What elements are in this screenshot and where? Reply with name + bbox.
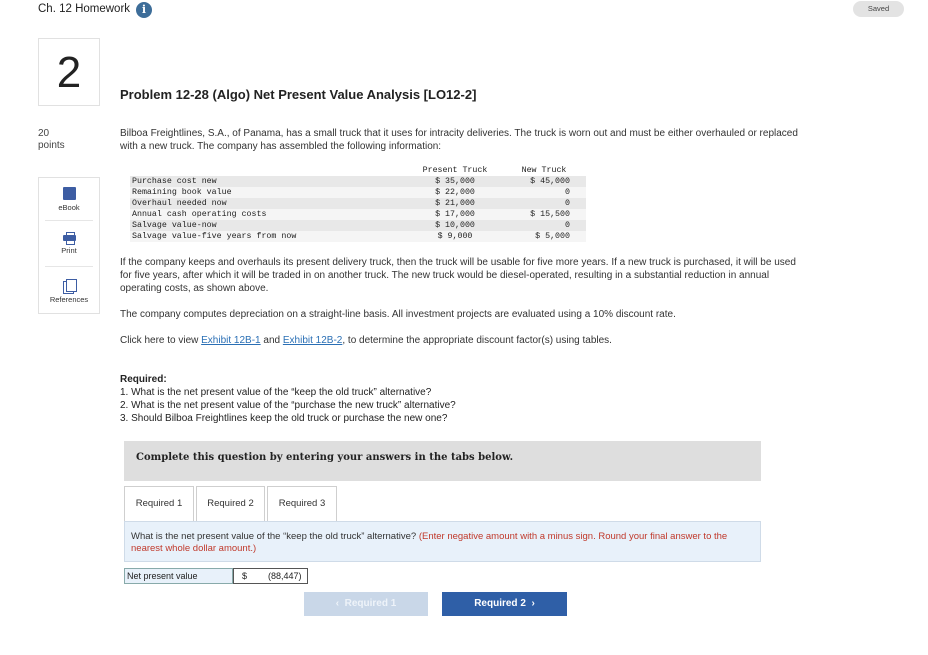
printer-icon — [62, 232, 76, 245]
question-number: 2 — [38, 38, 100, 106]
problem-paragraph-2: If the company keeps and overhauls its p… — [120, 257, 796, 294]
chevron-right-icon: › — [531, 598, 535, 609]
print-label: Print — [61, 246, 77, 255]
row-label: Salvage value-five years from now — [130, 231, 408, 242]
required-heading: Required: — [120, 374, 167, 385]
panel-question-text: What is the net present value of the “ke… — [131, 531, 417, 542]
required-item: 2. What is the net present value of the … — [120, 400, 456, 411]
row-present: $ 22,000 — [408, 187, 502, 198]
table-header-blank — [130, 165, 408, 176]
row-label: Purchase cost new — [130, 176, 408, 187]
table-row: Overhaul needed now $ 21,000 0 — [130, 198, 586, 209]
table-header-new: New Truck — [502, 165, 586, 176]
table-row: Salvage value-now $ 10,000 0 — [130, 220, 586, 231]
table-row: Annual cash operating costs $ 17,000 $ 1… — [130, 209, 586, 220]
table-row: Remaining book value $ 22,000 0 — [130, 187, 586, 198]
tab-required-2[interactable]: Required 2 — [196, 486, 265, 522]
homework-title: Ch. 12 Homework — [38, 3, 131, 15]
previous-required-button[interactable]: ‹ Required 1 — [304, 592, 428, 616]
points-label: points — [38, 140, 65, 151]
tab-required-1[interactable]: Required 1 — [124, 486, 194, 523]
answer-value: (88,447) — [268, 571, 302, 581]
table-row: Purchase cost new $ 35,000 $ 45,000 — [130, 176, 586, 187]
divider — [45, 266, 93, 267]
row-label: Salvage value-now — [130, 220, 408, 231]
print-button[interactable]: Print — [39, 232, 99, 255]
row-present: $ 10,000 — [408, 220, 502, 231]
ebook-button[interactable]: eBook — [39, 187, 99, 212]
row-present: $ 17,000 — [408, 209, 502, 220]
previous-label: Required 1 — [344, 598, 397, 609]
tab-panel: What is the net present value of the “ke… — [124, 521, 761, 562]
problem-title: Problem 12-28 (Algo) Net Present Value A… — [120, 87, 477, 102]
side-tools-panel: eBook Print References — [38, 177, 100, 314]
required-list: Required: 1. What is the net present val… — [120, 373, 456, 425]
book-icon — [62, 187, 76, 200]
problem-paragraph-3: The company computes depreciation on a s… — [120, 309, 676, 320]
panel-question: What is the net present value of the “ke… — [131, 531, 755, 555]
net-present-value-input[interactable]: $ (88,447) — [233, 568, 308, 584]
exhibit-suffix: , to determine the appropriate discount … — [342, 335, 612, 346]
data-table: Present Truck New Truck Purchase cost ne… — [130, 165, 586, 242]
row-new: 0 — [502, 220, 586, 231]
exhibit-12b-1-link[interactable]: Exhibit 12B-1 — [201, 335, 260, 346]
currency-symbol: $ — [242, 571, 248, 581]
row-label: Remaining book value — [130, 187, 408, 198]
points-info: 20 points — [38, 128, 65, 152]
row-new: $ 45,000 — [502, 176, 586, 187]
exhibit-prefix: Click here to view — [120, 335, 202, 346]
references-label: References — [49, 295, 89, 304]
ebook-label: eBook — [58, 203, 80, 212]
row-present: $ 35,000 — [408, 176, 502, 187]
saved-status-badge: Saved — [853, 1, 904, 17]
complete-prompt-bar: Complete this question by entering your … — [124, 441, 761, 481]
references-icon — [63, 279, 77, 294]
row-new: 0 — [502, 187, 586, 198]
row-present: $ 9,000 — [408, 231, 502, 242]
row-new: 0 — [502, 198, 586, 209]
next-label: Required 2 — [474, 598, 526, 609]
exhibit-and: and — [260, 335, 283, 346]
table-row: Salvage value-five years from now $ 9,00… — [130, 231, 586, 242]
answer-label: Net present value — [124, 568, 233, 584]
complete-prompt: Complete this question by entering your … — [136, 452, 514, 463]
row-new: $ 5,000 — [502, 231, 586, 242]
problem-intro: Bilboa Freightlines, S.A., of Panama, ha… — [120, 128, 798, 152]
divider — [45, 220, 93, 221]
next-required-button[interactable]: Required 2 › — [442, 592, 567, 616]
exhibit-12b-2-link[interactable]: Exhibit 12B-2 — [283, 335, 342, 346]
references-button[interactable]: References — [39, 279, 99, 304]
row-new: $ 15,500 — [502, 209, 586, 220]
problem-paragraph-4: Click here to view Exhibit 12B-1 and Exh… — [120, 334, 810, 347]
tab-required-3[interactable]: Required 3 — [267, 486, 337, 522]
top-bar: Ch. 12 Homework i Saved — [0, 0, 928, 22]
row-present: $ 21,000 — [408, 198, 502, 209]
info-icon[interactable]: i — [136, 2, 152, 18]
row-label: Overhaul needed now — [130, 198, 408, 209]
points-value: 20 — [38, 128, 50, 139]
chevron-left-icon: ‹ — [335, 598, 340, 609]
required-item: 3. Should Bilboa Freightlines keep the o… — [120, 413, 448, 424]
row-label: Annual cash operating costs — [130, 209, 408, 220]
table-header-present: Present Truck — [408, 165, 502, 176]
required-item: 1. What is the net present value of the … — [120, 387, 432, 398]
